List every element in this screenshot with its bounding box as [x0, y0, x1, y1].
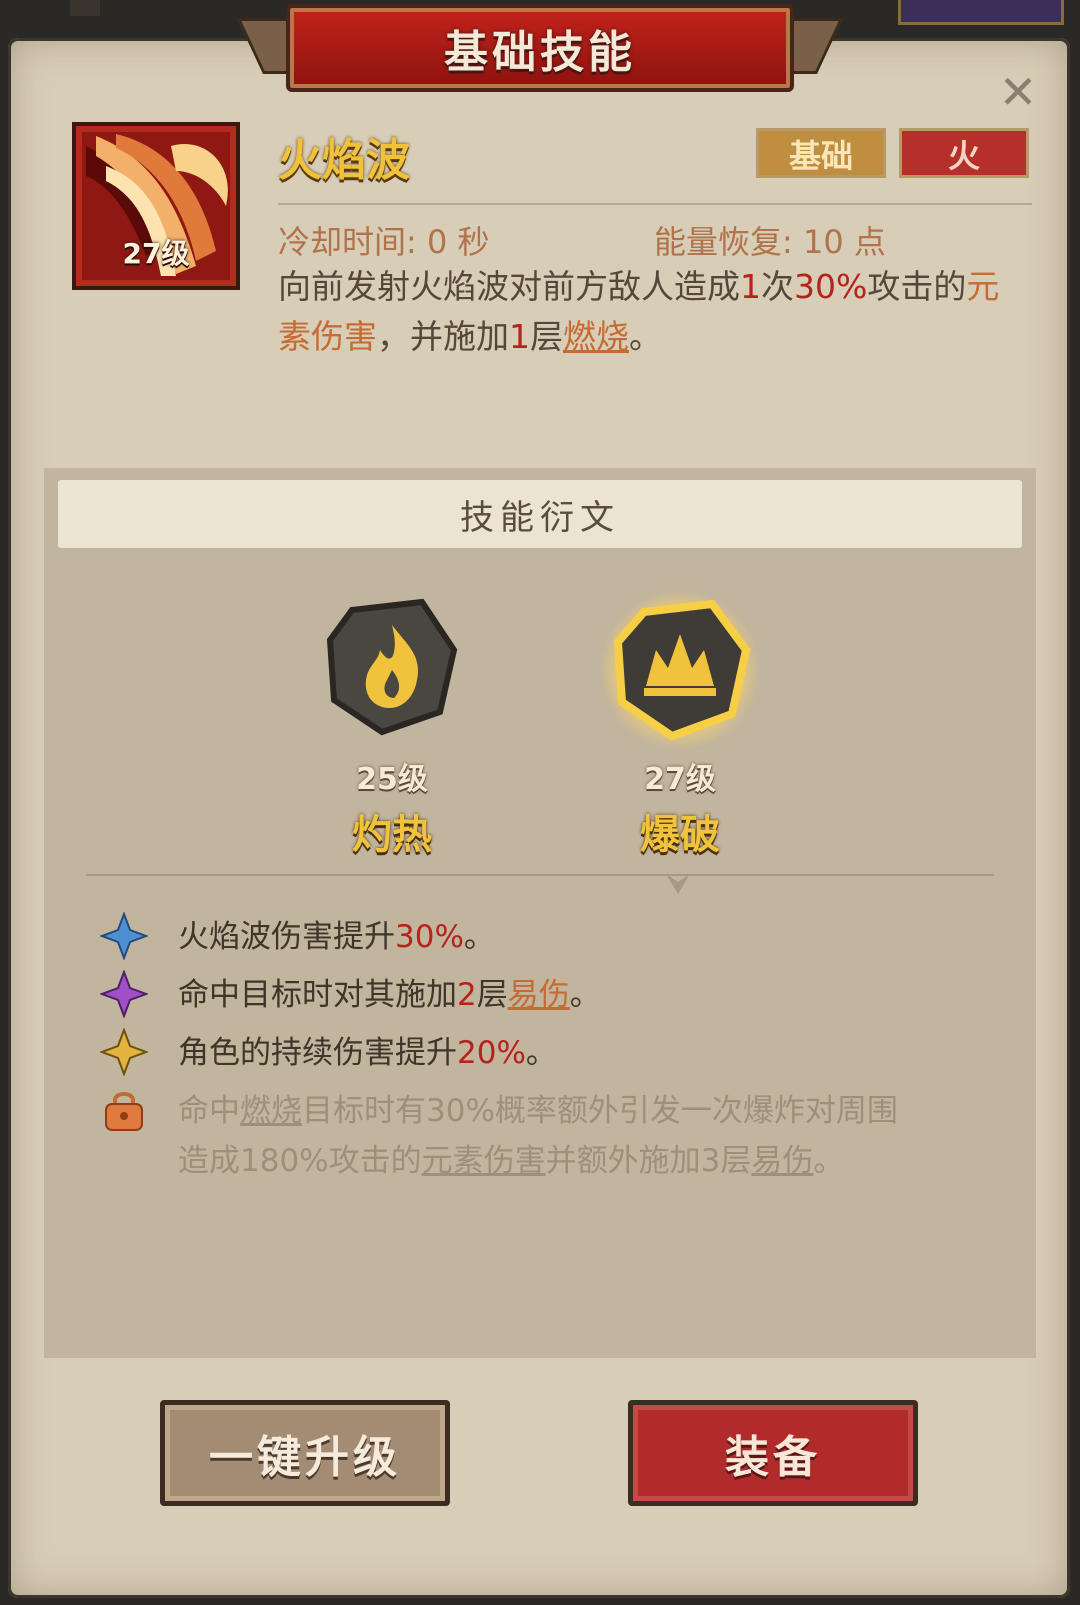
rune-name: 爆破 [640, 812, 720, 858]
header-divider [278, 203, 1032, 205]
rune-divider [86, 874, 994, 876]
lock-icon [105, 1092, 143, 1131]
skill-name: 火焰波 [278, 135, 410, 186]
chevron-down-icon [666, 874, 690, 894]
effect-row: 火焰波伤害提升30%。 [100, 912, 1000, 962]
top-right-decoration [898, 0, 1064, 25]
rune-level: 25级 [356, 762, 428, 797]
banner-center: 基础技能 [286, 4, 794, 92]
effect-row: 角色的持续伤害提升20%。 [100, 1028, 1000, 1078]
tag-element: 火 [899, 128, 1029, 178]
status-link-burn[interactable]: 燃烧 [563, 317, 629, 356]
flame-rune-icon [312, 590, 472, 750]
energy-stat: 能量恢复: 10 点 [654, 223, 886, 261]
tag-basic: 基础 [756, 128, 886, 178]
close-icon[interactable]: ✕ [996, 69, 1040, 115]
yellow-diamond-icon [100, 1028, 148, 1076]
page-title: 基础技能 [444, 27, 636, 78]
equip-button[interactable]: 装备 [628, 1400, 918, 1506]
cooldown-stat: 冷却时间: 0 秒 [278, 223, 490, 261]
rune-item-blast[interactable]: 27级 爆破 [580, 590, 780, 860]
status-link-vulnerable[interactable]: 易伤 [508, 977, 570, 1013]
top-left-decoration [70, 0, 100, 16]
title-banner: 基础技能 [236, 0, 844, 92]
effect-row-locked: 命中燃烧目标时有30%概率额外引发一次爆炸对周围 造成180%攻击的元素伤害并额外… [100, 1086, 1000, 1186]
purple-diamond-icon [100, 970, 148, 1018]
rune-item-scorch[interactable]: 25级 灼热 [292, 590, 492, 860]
rune-name: 灼热 [352, 812, 432, 858]
explosion-rune-icon [600, 590, 760, 750]
upgrade-all-button[interactable]: 一键升级 [160, 1400, 450, 1506]
rune-section-header: 技能衍文 [58, 480, 1022, 548]
skill-description: 向前发射火焰波对前方敌人造成1次30%攻击的元素伤害，并施加1层燃烧。 [278, 267, 1000, 356]
effect-row: 命中目标时对其施加2层易伤。 [100, 970, 1000, 1020]
skill-icon[interactable]: 27级 [72, 122, 240, 290]
rune-level: 27级 [644, 762, 716, 797]
skill-level-badge: 27级 [122, 237, 190, 270]
blue-diamond-icon [100, 912, 148, 960]
